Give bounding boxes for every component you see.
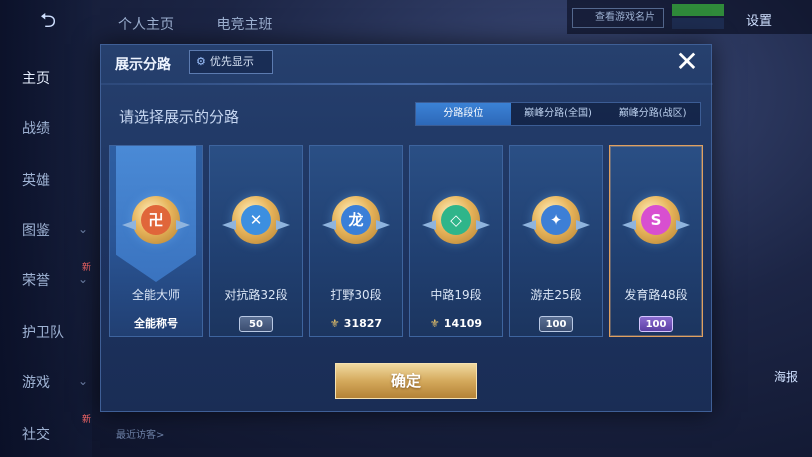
rank-emblem-icon: ◇: [422, 196, 490, 244]
recent-visitors-link[interactable]: 最近访客>: [116, 426, 164, 441]
nav-item-honor[interactable]: 荣誉: [22, 270, 50, 290]
score-value: 31827: [343, 317, 383, 330]
title-label: 全能称号: [134, 317, 178, 330]
card-footer: ⚜ 31827: [310, 312, 402, 336]
card-chip-label: 查看游戏名片: [595, 12, 655, 23]
card-name: 中路19段: [430, 288, 482, 302]
emblem-wing: [322, 220, 336, 230]
close-icon[interactable]: ✕: [671, 47, 703, 79]
emblem-core: ◇: [441, 205, 471, 235]
emblem-wing: [622, 220, 636, 230]
peak-badge: 50: [239, 316, 273, 332]
rank-emblem-icon: 龙: [322, 196, 390, 244]
poster-button[interactable]: 海报: [774, 368, 798, 385]
back-arrow-icon[interactable]: ⮌: [26, 10, 70, 30]
route-card[interactable]: 龙打野30段 ⚜ 31827: [309, 145, 403, 337]
route-card[interactable]: ◇ 中路19段 ⚜ 14109: [409, 145, 503, 337]
rank-emblem-icon: S: [622, 196, 690, 244]
card-footer: 100: [510, 312, 602, 336]
rank-emblem-icon: ✦: [522, 196, 590, 244]
nav-item-record[interactable]: 战绩: [22, 118, 50, 138]
card-footer: 100: [610, 312, 702, 336]
route-card[interactable]: 卍全能大师 全能称号: [109, 145, 203, 337]
card-name: 对抗路32段: [224, 288, 288, 302]
top-tabs: 个人主页 电竞主班: [118, 14, 310, 34]
title-divider: [101, 83, 713, 85]
nav-item-home[interactable]: 主页: [22, 68, 50, 88]
emblem-wing: [422, 220, 436, 230]
route-display-dialog: 展示分路 ⚙ 优先显示 ✕ 请选择展示的分路 分路段位 巅峰分路(全国) 巅峰分路…: [100, 44, 713, 412]
game-card-button[interactable]: 查看游戏名片: [572, 8, 664, 28]
route-cards: 卍全能大师 全能称号 ✕ 对抗路32段 50 龙打野30段 ⚜ 31827 ◇ 中路19段 ⚜ 141…: [109, 145, 705, 341]
score-value: 14109: [443, 317, 483, 330]
emblem-core: ✦: [541, 205, 571, 235]
dialog-title: 展示分路: [115, 57, 171, 73]
emblem-wing: [376, 220, 390, 230]
tab-route-rank[interactable]: 分路段位: [416, 103, 511, 125]
emblem-wing: [222, 220, 236, 230]
settings-button[interactable]: 设置: [746, 10, 772, 29]
emblem-core: ✕: [241, 205, 271, 235]
score-icon: ⚜: [329, 317, 340, 330]
rank-emblem-icon: ✕: [222, 196, 290, 244]
nav-item-game[interactable]: 游戏: [22, 372, 50, 392]
nav-item-social[interactable]: 社交: [22, 424, 50, 444]
tab-peak-region[interactable]: 巅峰分路(战区): [605, 103, 701, 125]
emblem-core: 卍: [141, 205, 171, 235]
nav-item-guard[interactable]: 护卫队: [22, 322, 64, 342]
emblem-wing: [676, 220, 690, 230]
priority-display-button[interactable]: ⚙ 优先显示: [189, 50, 273, 74]
emblem-core: S: [641, 205, 671, 235]
card-name: 打野30段: [330, 288, 382, 302]
emblem-core: 龙: [341, 205, 371, 235]
card-name: 游走25段: [530, 288, 582, 302]
confirm-button[interactable]: 确定: [335, 363, 477, 399]
card-footer: ⚜ 14109: [410, 312, 502, 336]
priority-label: 优先显示: [209, 55, 254, 68]
card-footer: 50: [210, 312, 302, 336]
route-card[interactable]: ✦ 游走25段 100: [509, 145, 603, 337]
nav-item-collection[interactable]: 图鉴: [22, 220, 50, 240]
chevron-down-icon: ⌄: [78, 374, 89, 388]
emblem-wing: [276, 220, 290, 230]
emblem-wing: [522, 220, 536, 230]
filter-tabs: 分路段位 巅峰分路(全国) 巅峰分路(战区): [415, 102, 701, 126]
tab-personal-home[interactable]: 个人主页: [118, 17, 174, 33]
emblem-wing: [476, 220, 490, 230]
card-name: 发育路48段: [624, 288, 688, 302]
status-chip: [672, 4, 724, 16]
tab-esports[interactable]: 电竞主班: [216, 17, 272, 33]
card-footer: 全能称号: [110, 312, 202, 336]
card-name: 全能大师: [131, 288, 180, 302]
route-card[interactable]: S 发育路48段 100: [609, 145, 703, 337]
dialog-subtitle: 请选择展示的分路: [119, 108, 240, 126]
tab-peak-national[interactable]: 巅峰分路(全国): [510, 103, 606, 125]
nav-item-heroes[interactable]: 英雄: [22, 170, 50, 190]
chevron-down-icon: ⌄: [78, 272, 89, 286]
status-chip-secondary: [672, 18, 724, 29]
peak-badge: 100: [538, 316, 574, 332]
rank-emblem-icon: 卍: [122, 196, 190, 244]
score-icon: ⚜: [429, 317, 440, 330]
peak-badge: 100: [638, 316, 674, 332]
route-card[interactable]: ✕ 对抗路32段 50: [209, 145, 303, 337]
emblem-wing: [576, 220, 590, 230]
new-badge: 新: [82, 415, 92, 425]
gear-icon: ⚙: [196, 55, 206, 68]
chevron-down-icon: ⌄: [78, 222, 89, 236]
